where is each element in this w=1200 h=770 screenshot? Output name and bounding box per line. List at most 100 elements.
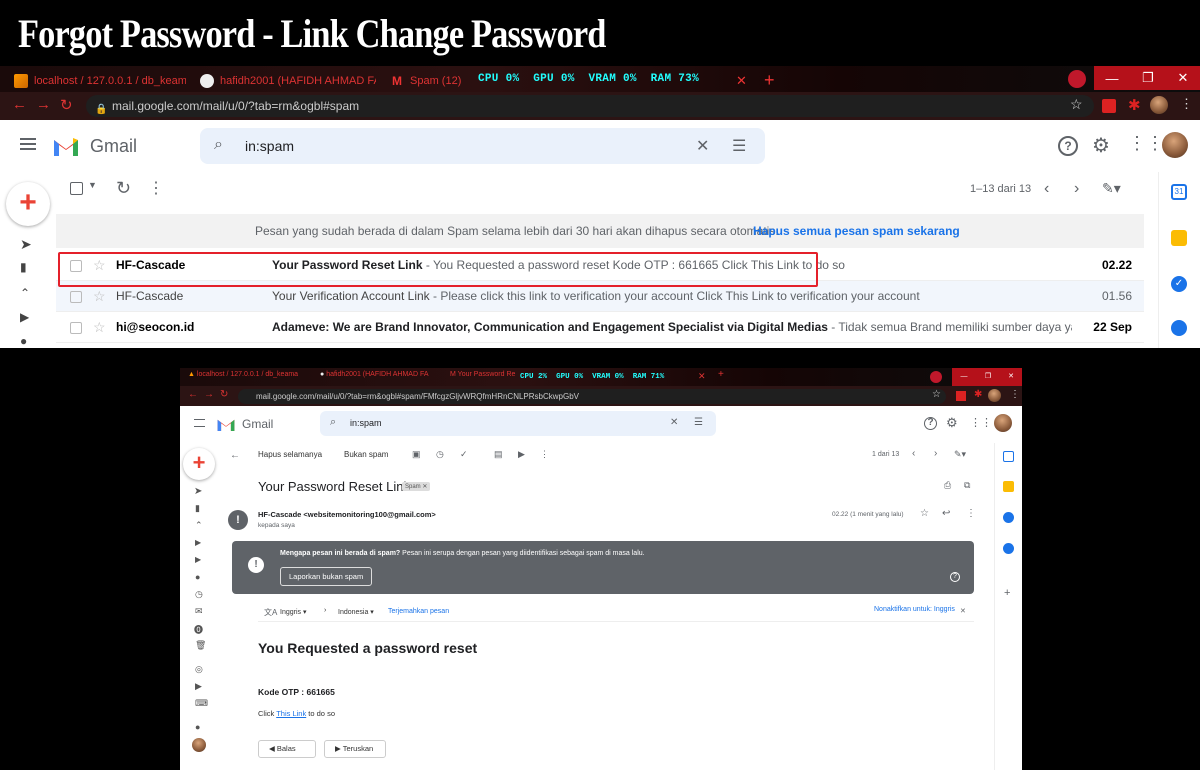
tasks-icon[interactable]: ✓ [1171, 276, 1187, 292]
video-icon[interactable]: ▶ [195, 681, 202, 692]
tab-github[interactable]: ● hafidh2001 (HAFIDH AHMAD FA [320, 371, 429, 378]
search-input[interactable]: in:spam [245, 138, 294, 154]
snooze-icon[interactable]: ◷ [436, 449, 444, 460]
tab-gmail-message[interactable]: M Your Password Re [450, 371, 515, 378]
more-icon[interactable]: ⋮ [966, 508, 976, 519]
menu-icon[interactable] [194, 419, 205, 427]
forward-icon[interactable]: → [36, 96, 51, 113]
mail-icon[interactable]: ✉ [195, 606, 203, 617]
more-icon[interactable]: ⋮ [1180, 96, 1193, 112]
chevron-down-icon[interactable]: ▼ [88, 180, 97, 190]
less-icon[interactable]: ⌃ [20, 286, 30, 300]
help-icon[interactable]: ? [924, 417, 937, 430]
disable-translate-link[interactable]: Nonaktifkan untuk: Inggris [874, 606, 955, 613]
delete-forever-button[interactable]: Hapus selamanya [258, 450, 322, 459]
tab-phpmyadmin[interactable]: localhost / 127.0.0.1 / db_keamar ✕ [14, 69, 186, 92]
new-tab-button[interactable]: + [718, 369, 724, 380]
minimize-button[interactable]: — [952, 368, 976, 386]
puzzle-icon[interactable]: ✱ [974, 389, 982, 400]
not-spam-button[interactable]: Bukan spam [344, 450, 388, 459]
label-icon[interactable]: ▶ [195, 555, 201, 564]
settings-icon[interactable]: ⚙ [1092, 133, 1110, 158]
select-all-checkbox[interactable] [70, 182, 83, 195]
search-options-icon[interactable]: ☰ [694, 417, 703, 428]
move-to-icon[interactable]: ▤ [494, 449, 503, 460]
star-icon[interactable]: ☆ [932, 389, 941, 400]
hangouts-icon[interactable]: ● [195, 722, 200, 732]
input-tools-icon[interactable]: ✎▾ [954, 449, 966, 460]
back-icon[interactable]: ← [188, 389, 198, 400]
print-icon[interactable]: ⎙ [944, 480, 951, 491]
next-page-icon[interactable]: › [934, 448, 937, 459]
help-icon[interactable]: ? [950, 572, 960, 582]
label-icon[interactable]: ▶ [195, 538, 201, 547]
back-icon[interactable]: ← [12, 96, 27, 113]
archive-icon[interactable]: ▣ [412, 449, 421, 460]
more-icon[interactable]: ⋮ [1010, 389, 1020, 400]
apps-grid-icon[interactable]: ⋮⋮ [1128, 133, 1164, 154]
contacts-icon[interactable] [1171, 320, 1187, 336]
menu-icon[interactable] [20, 138, 36, 150]
keep-icon[interactable] [1171, 230, 1187, 246]
scheduled-icon[interactable]: ◷ [195, 589, 203, 600]
drafts-icon[interactable]: ▮ [195, 503, 200, 514]
settings-icon[interactable]: ⚙ [946, 415, 958, 431]
row-checkbox[interactable] [70, 322, 82, 334]
tab-gmail-spam[interactable]: M Spam (12) [390, 69, 480, 92]
report-not-spam-button[interactable]: Laporkan bukan spam [280, 567, 373, 586]
search-input[interactable]: in:spam [350, 418, 382, 428]
reply-icon[interactable]: ↩ [942, 508, 950, 519]
translate-from-select[interactable]: Inggris ▾ [280, 608, 306, 616]
profile-menu-icon[interactable] [1068, 70, 1086, 88]
new-tab-button[interactable]: + [764, 69, 775, 92]
star-icon[interactable]: ☆ [920, 508, 929, 519]
more-icon[interactable]: ⋮ [540, 449, 549, 460]
prev-page-icon[interactable]: ‹ [912, 448, 915, 459]
puzzle-icon[interactable]: ✱ [1128, 96, 1141, 114]
extension-icon[interactable] [1102, 99, 1116, 113]
contacts-icon[interactable] [1003, 543, 1014, 554]
label-icon[interactable]: ▶ [20, 310, 29, 324]
search-options-icon[interactable]: ☰ [732, 136, 746, 156]
back-to-list-icon[interactable]: ← [230, 450, 240, 461]
delete-all-spam-link[interactable]: Hapus semua pesan spam sekarang [753, 214, 960, 248]
meet-icon[interactable]: ◎ [195, 664, 203, 675]
translate-message-link[interactable]: Terjemahkan pesan [388, 608, 449, 615]
keep-icon[interactable] [1003, 481, 1014, 492]
maximize-button[interactable]: ❐ [1130, 66, 1166, 90]
compose-button[interactable]: + [6, 182, 50, 226]
drafts-icon[interactable]: ▮ [20, 260, 27, 274]
search-icon[interactable]: ⌕ [214, 136, 223, 154]
spam-icon[interactable]: ⓿ [194, 623, 203, 636]
close-window-button[interactable]: ✕ [1166, 66, 1200, 90]
avatar[interactable] [1150, 96, 1168, 114]
more-icon[interactable]: ⋮ [148, 178, 164, 198]
reload-icon[interactable]: ↻ [220, 389, 228, 400]
translate-to-select[interactable]: Indonesia ▾ [338, 608, 374, 616]
avatar[interactable] [192, 738, 206, 752]
search-bar[interactable]: ⌕ in:spam ✕ ☰ [320, 411, 716, 436]
close-window-button[interactable]: ✕ [1000, 368, 1022, 386]
table-row[interactable]: ☆ hi@seocon.id Adameve: We are Brand Inn… [56, 312, 1144, 343]
calendar-icon[interactable] [1003, 451, 1014, 462]
input-tools-icon[interactable]: ✎▾ [1102, 180, 1121, 197]
compose-button[interactable]: + [183, 448, 215, 480]
tab-github[interactable]: hafidh2001 (HAFIDH AHMAD FA ✕ [200, 69, 376, 92]
reload-icon[interactable]: ↻ [60, 96, 73, 114]
next-page-icon[interactable]: › [1074, 180, 1079, 198]
chat-icon[interactable]: ● [20, 334, 27, 348]
calendar-icon[interactable]: 31 [1171, 184, 1187, 200]
sent-icon[interactable]: ➤ [20, 236, 32, 253]
url-field[interactable]: mail.google.com/mail/u/0/?tab=rm&ogbl#sp… [238, 389, 946, 404]
chat-icon[interactable]: ● [195, 572, 200, 582]
search-icon[interactable]: ⌕ [330, 416, 336, 429]
apps-grid-icon[interactable]: ⋮⋮ [970, 416, 992, 429]
forward-button[interactable]: ▶ Teruskan [324, 740, 386, 758]
less-icon[interactable]: ⌃ [195, 520, 203, 531]
clear-search-icon[interactable]: ✕ [696, 136, 709, 156]
search-bar[interactable]: ⌕ in:spam ✕ ☰ [200, 128, 765, 164]
tab-phpmyadmin[interactable]: ▲ localhost / 127.0.0.1 / db_keama [188, 371, 298, 378]
label-icon[interactable]: ▶ [518, 449, 525, 460]
profile-menu-icon[interactable] [930, 371, 942, 383]
add-task-icon[interactable]: ✓ [460, 449, 468, 460]
